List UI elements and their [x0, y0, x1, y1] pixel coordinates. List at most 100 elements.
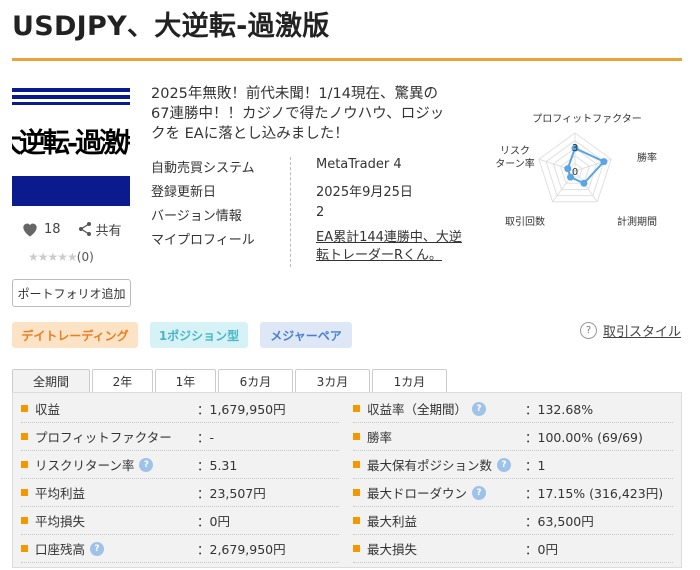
bullet-icon — [353, 433, 360, 440]
stat-label-text: リスクリターン率 — [35, 458, 135, 473]
trading-style-label[interactable]: 取引スタイル — [603, 321, 681, 340]
info-value: 2 — [316, 205, 325, 220]
stats-row: プロフィットファクター ：- 勝率 ：100.00% (69/69) — [13, 423, 683, 451]
info-row: バージョン情報 2 — [151, 205, 461, 225]
stats-row: 平均損失 ：0円 最大利益 ：63,500円 — [13, 507, 683, 535]
stats-row: 口座残高? ：2,679,950円 最大損失 ：0円 — [13, 535, 683, 563]
stat-value: ：0円 — [197, 514, 230, 529]
radar-label-period: 計測期間 — [617, 215, 657, 228]
stat-value: ：- — [197, 430, 215, 445]
stats-table: 収益 ：1,679,950円 収益率（全期間）? ：132.68% プロフィットファ… — [12, 392, 682, 568]
tag-day-trading[interactable]: デイトレーディング — [12, 322, 138, 348]
bullet-icon — [353, 405, 360, 412]
radar-label-profit-factor: プロフィットファクター — [532, 113, 641, 125]
stat-label-text: 平均損失 — [35, 514, 86, 529]
stat-label: 平均利益 — [35, 483, 85, 502]
stat-label: 最大ドローダウン? — [367, 483, 487, 502]
help-icon[interactable]: ? — [472, 485, 487, 500]
page-title: USDJPY、大逆転-過激版 — [12, 11, 330, 42]
thumbnail-stripe — [12, 95, 130, 99]
stat-label: 勝率 — [367, 427, 392, 446]
bullet-icon — [21, 461, 28, 468]
info-row: マイプロフィール EA累計144連勝中、大逆転トレーダーRくん。 — [151, 229, 462, 263]
info-key: 登録更新日 — [151, 185, 217, 200]
rating: ★★★★★(0) — [28, 250, 94, 264]
help-icon[interactable]: ? — [139, 457, 154, 472]
info-row: 登録更新日 2025年9月25日 — [151, 181, 461, 201]
help-icon[interactable]: ? — [90, 541, 105, 556]
stat-label-text: 最大利益 — [367, 514, 418, 529]
stat-label-text: 勝率 — [367, 430, 393, 445]
radar-scale-label: 0 — [572, 167, 578, 178]
stat-cell: 最大利益 ：63,500円 — [353, 507, 673, 535]
stat-label-text: プロフィットファクター — [35, 430, 172, 445]
heart-icon[interactable] — [20, 219, 40, 239]
stat-label: 最大保有ポジション数? — [367, 455, 512, 474]
question-icon: ? — [580, 322, 597, 339]
tab-6-months[interactable]: 6カ月 — [218, 369, 293, 392]
info-key: マイプロフィール — [151, 233, 255, 248]
bullet-icon — [21, 489, 28, 496]
stat-cell: 収益 ：1,679,950円 — [21, 395, 339, 423]
ea-description: 2025年無敗！前代未聞！1/14現在、驚異の67連勝中！！カジノで得たノウハウ… — [151, 86, 445, 142]
tab-1-month[interactable]: 1カ月 — [372, 369, 447, 392]
stat-label-text: 口座残高 — [35, 542, 86, 557]
radar-label-risk: リスク — [500, 145, 530, 157]
info-value: 2025年9月25日 — [316, 185, 413, 200]
stat-label: 最大利益 — [367, 511, 417, 530]
stat-cell: 平均損失 ：0円 — [21, 507, 339, 535]
stats-row: 平均利益 ：23,507円 最大ドローダウン? ：17.15% (316,423円) — [13, 479, 683, 507]
tag-one-position[interactable]: 1ポジション型 — [150, 322, 248, 348]
stat-label-text: 収益 — [35, 402, 61, 417]
stat-value: ：23,507円 — [197, 486, 266, 501]
info-key: バージョン情報 — [151, 209, 242, 224]
stat-cell: 収益率（全期間）? ：132.68% — [353, 395, 673, 423]
bullet-icon — [21, 433, 28, 440]
radar-label-trades: 取引回数 — [505, 215, 545, 228]
radar-scale-label: 3 — [572, 143, 578, 154]
bullet-icon — [21, 405, 28, 412]
stat-value: ：2,679,950円 — [197, 542, 286, 557]
bullet-icon — [353, 461, 360, 468]
tag-major-pair[interactable]: メジャーペア — [260, 322, 352, 348]
stats-row: 収益 ：1,679,950円 収益率（全期間）? ：132.68% — [13, 395, 683, 423]
stat-cell: 最大保有ポジション数? ：1 — [353, 451, 673, 479]
add-portfolio-button[interactable]: ポートフォリオ追加 — [12, 279, 131, 307]
stat-label: 平均損失 — [35, 511, 85, 530]
help-icon[interactable]: ? — [497, 457, 512, 472]
stat-cell: リスクリターン率? ：5.31 — [21, 451, 339, 479]
share-icon[interactable] — [77, 221, 93, 237]
stat-label: リスクリターン率? — [35, 455, 154, 474]
profile-link[interactable]: EA累計144連勝中、大逆転トレーダーRくん。 — [316, 229, 466, 265]
thumbnail-stripe — [12, 88, 130, 92]
tab-3-months[interactable]: 3カ月 — [295, 369, 370, 392]
stat-label-text: 平均利益 — [35, 486, 86, 501]
tab-all-time[interactable]: 全期間 — [12, 369, 90, 392]
stat-label: 最大損失 — [367, 539, 417, 558]
stat-value: ：132.68% — [525, 402, 594, 417]
stat-label-text: 最大損失 — [367, 542, 418, 557]
stat-label-text: 最大ドローダウン — [367, 486, 468, 501]
stat-value: ：63,500円 — [525, 514, 594, 529]
stat-cell: 平均利益 ：23,507円 — [21, 479, 339, 507]
ea-thumbnail[interactable]: 大逆転-過激版 — [12, 88, 130, 206]
thumbnail-band — [12, 176, 130, 206]
stat-value: ：5.31 — [197, 458, 238, 473]
stat-value: ：100.00% (69/69) — [525, 430, 643, 445]
share-label[interactable]: 共有 — [96, 220, 122, 239]
trading-style-link[interactable]: ? 取引スタイル — [580, 321, 681, 340]
stat-label: 口座残高? — [35, 539, 105, 558]
stat-label: プロフィットファクター — [35, 427, 172, 446]
tag-list: デイトレーディング 1ポジション型 メジャーペア — [12, 322, 364, 348]
stat-cell: 最大ドローダウン? ：17.15% (316,423円) — [353, 479, 673, 507]
bullet-icon — [353, 545, 360, 552]
tab-1-year[interactable]: 1年 — [155, 369, 216, 392]
bullet-icon — [21, 545, 28, 552]
help-icon[interactable]: ? — [472, 401, 487, 416]
stat-label: 収益率（全期間）? — [367, 399, 487, 418]
radar-point — [580, 179, 588, 187]
stat-cell: 口座残高? ：2,679,950円 — [21, 535, 339, 563]
radar-label-win-rate: 勝率 — [637, 151, 657, 164]
radar-label-return-ratio: ターン率 — [495, 157, 535, 170]
tab-2-years[interactable]: 2年 — [92, 369, 153, 392]
